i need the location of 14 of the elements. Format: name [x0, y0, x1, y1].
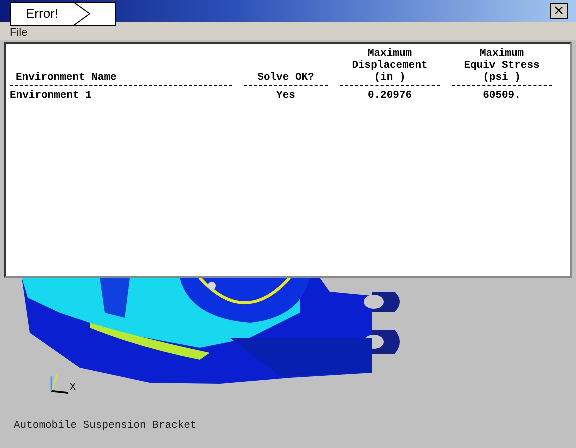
axis-label: X [70, 383, 76, 394]
table-cell-text: Environment 1 [10, 89, 93, 102]
menu-item[interactable]: File [10, 27, 28, 40]
callout-text: Error! [26, 6, 58, 21]
table-cell-text: 60509. [482, 89, 522, 102]
column-header: Solve OK? [244, 72, 328, 86]
column-header: Environment Name [10, 72, 232, 86]
close-button[interactable]: × [550, 3, 568, 19]
axis-triad-icon [48, 372, 70, 394]
column-header: Maximum Equiv Stress (psi ) [452, 48, 552, 86]
column-header: Maximum Displacement (in ) [340, 48, 440, 86]
table-cell-text: 0.20976 [366, 89, 414, 102]
model-caption: Automobile Suspension Bracket [14, 420, 197, 432]
table-cell-text: Yes [276, 89, 296, 102]
